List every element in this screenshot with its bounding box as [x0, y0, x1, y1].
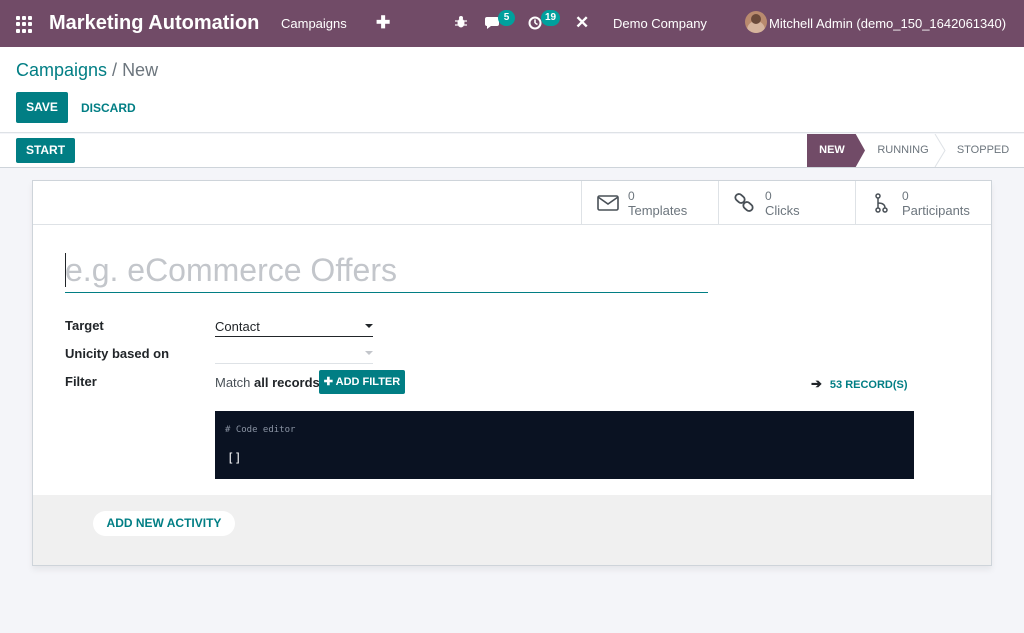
- start-button[interactable]: START: [16, 138, 75, 163]
- menu-campaigns[interactable]: Campaigns: [281, 16, 347, 31]
- add-filter-label: ADD FILTER: [335, 376, 401, 388]
- clock-icon: [528, 16, 542, 30]
- save-button[interactable]: SAVE: [16, 92, 68, 123]
- link-icon: [734, 193, 754, 212]
- records-count-link[interactable]: ➔ 53 RECORD(S): [811, 376, 908, 392]
- arrow-right-icon: ➔: [811, 376, 822, 391]
- campaign-name-input[interactable]: e.g. eCommerce Offers: [65, 249, 708, 293]
- participants-label: Participants: [902, 203, 970, 218]
- chevron-down-icon: [365, 324, 373, 328]
- match-all-records: all records: [254, 375, 320, 390]
- company-switcher[interactable]: Demo Company: [613, 16, 707, 31]
- statusbar: START NEW RUNNING STOPPED: [0, 134, 1024, 168]
- activity-clock-icon[interactable]: 19: [528, 10, 561, 33]
- match-prefix: Match: [215, 375, 255, 390]
- participants-smart-button[interactable]: 0 Participants: [855, 181, 992, 224]
- user-avatar[interactable]: [745, 11, 767, 33]
- control-panel: Campaigns / New SAVE DISCARD: [0, 47, 1024, 133]
- add-new-activity-button[interactable]: ADD NEW ACTIVITY: [93, 511, 235, 536]
- plus-icon: ✚: [323, 376, 336, 388]
- participants-count: 0: [902, 189, 909, 203]
- templates-label: Templates: [628, 203, 688, 218]
- form-sheet: 0 Templates 0 Clicks 0 Participants e.g.…: [32, 180, 992, 566]
- activity-area: ADD NEW ACTIVITY: [33, 495, 991, 565]
- stage-running[interactable]: RUNNING: [868, 134, 938, 167]
- envelope-icon: [597, 195, 619, 211]
- app-title[interactable]: Marketing Automation: [49, 12, 259, 35]
- tools-icon[interactable]: ✕: [575, 13, 589, 33]
- stage-separator-icon: [934, 134, 946, 167]
- chat-badge: 5: [498, 10, 515, 26]
- stage-new[interactable]: NEW: [807, 134, 865, 167]
- breadcrumb: Campaigns / New: [16, 60, 158, 81]
- records-count: 53 RECORD(S): [829, 379, 908, 391]
- templates-smart-button[interactable]: 0 Templates: [581, 181, 718, 224]
- bug-icon[interactable]: [454, 15, 468, 32]
- smart-button-box: 0 Templates 0 Clicks 0 Participants: [33, 181, 991, 225]
- templates-count: 0: [628, 189, 635, 203]
- breadcrumb-campaigns[interactable]: Campaigns: [16, 60, 107, 80]
- unicity-select[interactable]: [215, 344, 373, 364]
- stage-stopped[interactable]: STOPPED: [951, 134, 1015, 167]
- discard-button[interactable]: DISCARD: [81, 101, 136, 115]
- clicks-count: 0: [765, 189, 772, 203]
- apps-menu-icon[interactable]: [16, 16, 33, 33]
- code-fork-icon: [875, 193, 888, 213]
- plus-icon[interactable]: ✚: [376, 13, 390, 33]
- target-select[interactable]: Contact: [215, 317, 373, 337]
- bug-icon-graphic: [455, 16, 467, 28]
- code-editor-comment: # Code editor: [225, 425, 296, 435]
- target-label: Target: [65, 318, 104, 333]
- unicity-label: Unicity based on: [65, 346, 170, 361]
- breadcrumb-separator: /: [107, 60, 123, 80]
- chevron-down-icon: [365, 351, 373, 355]
- user-menu[interactable]: Mitchell Admin (demo_150_1642061340): [769, 16, 1006, 31]
- clicks-smart-button[interactable]: 0 Clicks: [718, 181, 855, 224]
- clicks-label: Clicks: [765, 203, 800, 218]
- filter-label: Filter: [65, 374, 97, 389]
- activity-badge: 19: [541, 10, 561, 26]
- target-value: Contact: [215, 319, 260, 334]
- code-editor[interactable]: # Code editor []: [215, 411, 914, 479]
- filter-match-text: Match all records: [215, 375, 320, 390]
- add-filter-button[interactable]: ✚ ADD FILTER: [319, 370, 405, 394]
- chat-icon[interactable]: 5: [485, 10, 515, 33]
- top-navbar: Marketing Automation Campaigns ✚ 5 19 ✕ …: [0, 0, 1024, 47]
- breadcrumb-current: New: [122, 60, 159, 80]
- code-editor-value: []: [227, 451, 242, 465]
